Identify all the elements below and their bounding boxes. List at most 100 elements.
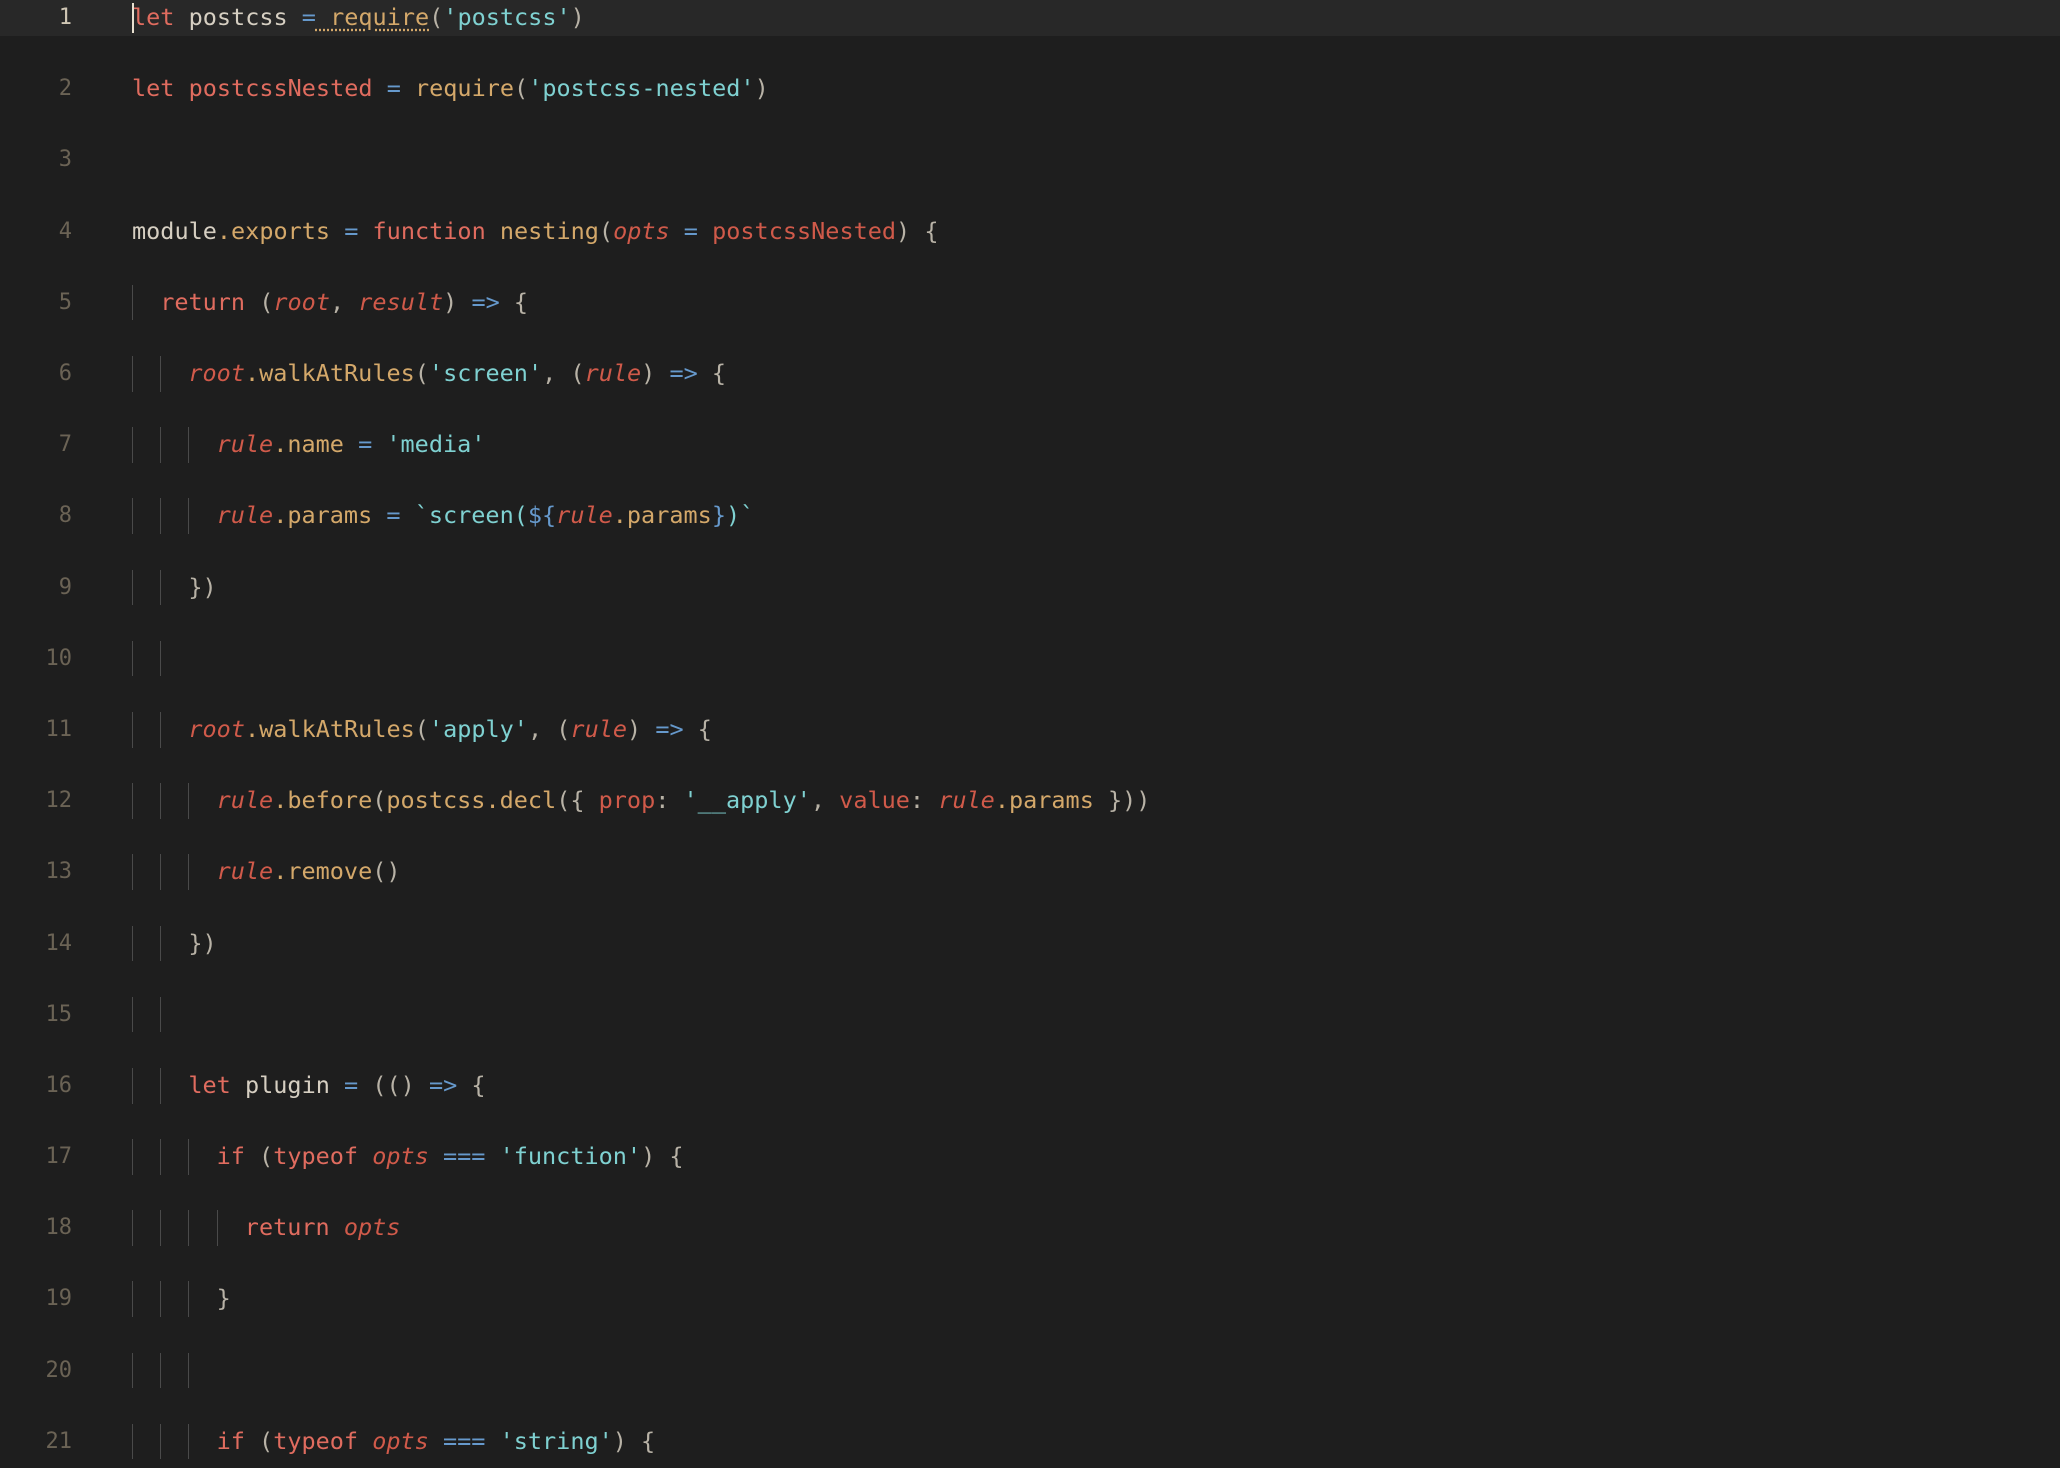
code-line[interactable]: 13 rule.remove() bbox=[0, 854, 2060, 890]
code-line[interactable]: 3 bbox=[0, 142, 2060, 178]
code-text[interactable]: let postcss = require('postcss') bbox=[132, 0, 585, 36]
code-line[interactable]: 16 let plugin = (() => { bbox=[0, 1067, 2060, 1104]
token: ) { bbox=[641, 1142, 684, 1171]
token: ) bbox=[627, 714, 656, 743]
line-number[interactable]: 21 bbox=[0, 1424, 73, 1460]
code-line[interactable]: 15 bbox=[0, 996, 2060, 1033]
code-text[interactable]: rule.name = 'media' bbox=[217, 427, 486, 463]
token: ( bbox=[414, 358, 429, 387]
indent-guide bbox=[188, 427, 190, 463]
code-line[interactable]: 20 bbox=[0, 1352, 2060, 1389]
line-number[interactable]: 9 bbox=[0, 570, 72, 606]
indent-guide bbox=[160, 1423, 162, 1460]
token: 'string' bbox=[499, 1426, 613, 1455]
line-number[interactable]: 11 bbox=[0, 712, 73, 748]
line-number[interactable]: 5 bbox=[0, 285, 72, 321]
line-number[interactable]: 14 bbox=[0, 926, 73, 962]
token: postcssNested bbox=[174, 74, 387, 103]
token: opts bbox=[358, 1142, 429, 1171]
code-line[interactable]: 9}) bbox=[0, 569, 2060, 606]
line-number[interactable]: 18 bbox=[0, 1210, 73, 1246]
code-text[interactable]: }) bbox=[188, 926, 216, 962]
code-text[interactable]: }) bbox=[188, 570, 216, 606]
line-number[interactable]: 6 bbox=[0, 356, 72, 392]
code-line[interactable]: 1 let postcss = require('postcss') bbox=[0, 0, 2060, 36]
code-editor[interactable]: 1 let postcss = require('postcss') 2 let po… bbox=[0, 0, 2060, 1468]
code-line[interactable]: 14}) bbox=[0, 925, 2060, 962]
code-text[interactable]: rule.params = `screen(${rule.params})` bbox=[217, 498, 755, 534]
code-text[interactable]: root.walkAtRules('apply', (rule) => { bbox=[188, 712, 712, 748]
token: { bbox=[697, 358, 727, 387]
indent-guides bbox=[0, 569, 2060, 606]
token: .remove bbox=[273, 857, 373, 886]
line-number[interactable]: 7 bbox=[0, 427, 72, 463]
code-line[interactable]: 5 return (root, result) => { bbox=[0, 284, 2060, 321]
indent-guide bbox=[132, 854, 133, 890]
indent-guide bbox=[160, 1352, 162, 1389]
code-text[interactable]: let postcssNested = require('postcss-nes… bbox=[132, 71, 769, 107]
token: ${ bbox=[527, 501, 557, 530]
code-line[interactable]: 6 root.walkAtRules('screen', (rule) => { bbox=[0, 355, 2060, 392]
line-number[interactable]: 2 bbox=[0, 71, 72, 107]
token: === bbox=[428, 1426, 500, 1455]
line-number[interactable]: 16 bbox=[0, 1068, 73, 1104]
token: { bbox=[499, 287, 529, 316]
code-text[interactable]: return opts bbox=[245, 1210, 401, 1246]
indent-guide bbox=[160, 355, 162, 392]
token: )` bbox=[725, 501, 755, 530]
indent-guide bbox=[132, 783, 133, 819]
code-line[interactable]: 18 return opts bbox=[0, 1210, 2060, 1246]
line-number[interactable]: 10 bbox=[0, 641, 73, 677]
code-text[interactable]: if (typeof opts === 'function') { bbox=[217, 1139, 684, 1175]
indent-guide bbox=[132, 1139, 133, 1175]
code-text[interactable]: let plugin = (() => { bbox=[188, 1068, 485, 1104]
code-line[interactable]: 12 rule.before(postcss.decl({ prop: '__ap… bbox=[0, 783, 2060, 819]
code-text[interactable]: root.walkAtRules('screen', (rule) => { bbox=[188, 356, 726, 392]
line-number[interactable]: 17 bbox=[0, 1139, 73, 1175]
indent-guide bbox=[132, 925, 133, 962]
indent-guide bbox=[132, 355, 133, 392]
indent-guide bbox=[160, 783, 162, 819]
code-text[interactable]: rule.remove() bbox=[217, 854, 401, 890]
token: if bbox=[216, 1426, 245, 1455]
line-number[interactable]: 8 bbox=[0, 498, 72, 534]
token: 'media' bbox=[386, 430, 486, 459]
token: 'postcss-nested' bbox=[528, 74, 755, 103]
line-number[interactable]: 1 bbox=[0, 0, 72, 36]
indent-guide bbox=[132, 1281, 133, 1318]
code-line[interactable]: 4 module.exports = function nesting(opts … bbox=[0, 214, 2060, 250]
line-number[interactable]: 19 bbox=[0, 1281, 73, 1317]
code-text[interactable]: rule.before(postcss.decl({ prop: '__appl… bbox=[217, 783, 1151, 819]
token: rule bbox=[216, 786, 274, 815]
indent-guide bbox=[160, 996, 162, 1033]
token: { bbox=[457, 1070, 486, 1099]
indent-guide bbox=[132, 569, 133, 606]
line-number[interactable]: 13 bbox=[0, 854, 73, 890]
code-line[interactable]: 2 let postcssNested = require('postcss-ne… bbox=[0, 71, 2060, 107]
code-line[interactable]: 11 root.walkAtRules('apply', (rule) => { bbox=[0, 711, 2060, 748]
token: }) bbox=[188, 928, 217, 957]
code-line[interactable]: 17 if (typeof opts === 'function') { bbox=[0, 1139, 2060, 1175]
line-number[interactable]: 15 bbox=[0, 997, 73, 1033]
indent-guide bbox=[188, 1281, 190, 1318]
token: return bbox=[160, 287, 246, 316]
code-line[interactable]: 7 rule.name = 'media' bbox=[0, 427, 2060, 463]
indent-guide bbox=[188, 783, 190, 819]
token: root bbox=[188, 714, 245, 743]
line-number[interactable]: 20 bbox=[0, 1353, 73, 1389]
code-text[interactable]: return (root, result) => { bbox=[160, 285, 528, 321]
token: opts bbox=[613, 216, 670, 245]
indent-guide bbox=[160, 711, 162, 748]
code-line[interactable]: 21 if (typeof opts === 'string') { bbox=[0, 1423, 2060, 1460]
code-text[interactable]: } bbox=[217, 1281, 231, 1317]
token: .walkAtRules bbox=[244, 358, 415, 387]
line-number[interactable]: 3 bbox=[0, 142, 72, 178]
code-line[interactable]: 8 rule.params = `screen(${rule.params})` bbox=[0, 498, 2060, 534]
line-number[interactable]: 12 bbox=[0, 783, 73, 819]
indent-guide bbox=[160, 498, 162, 534]
line-number[interactable]: 4 bbox=[0, 214, 72, 250]
code-line[interactable]: 19} bbox=[0, 1281, 2060, 1318]
code-line[interactable]: 10 bbox=[0, 640, 2060, 677]
code-text[interactable]: module.exports = function nesting(opts =… bbox=[132, 214, 939, 250]
code-text[interactable]: if (typeof opts === 'string') { bbox=[217, 1424, 656, 1460]
